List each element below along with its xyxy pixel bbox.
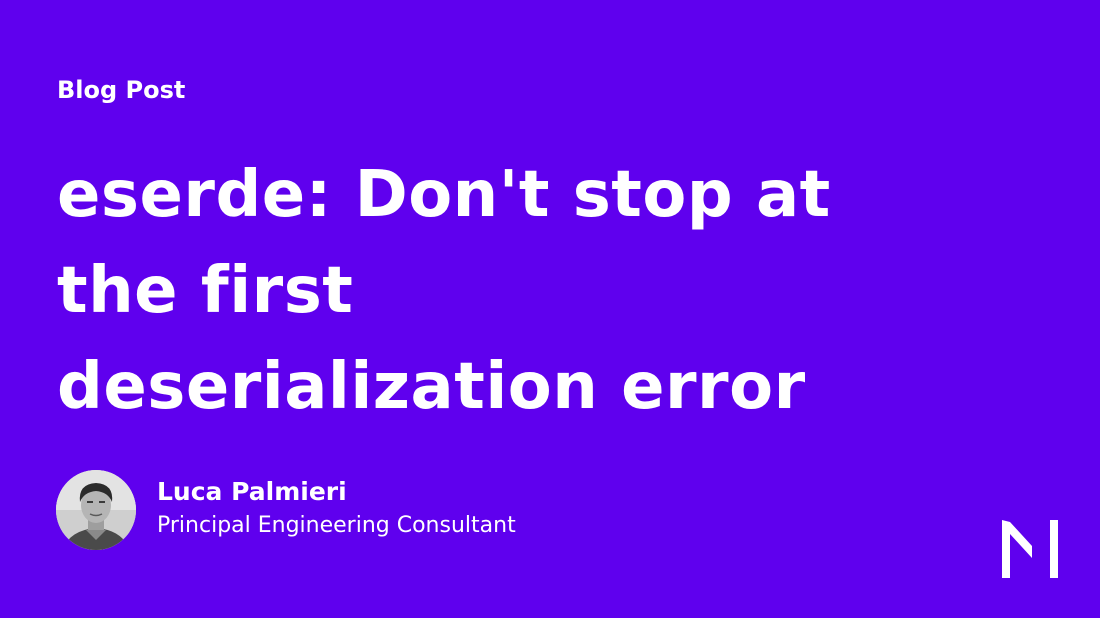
post-title-line: deserialization error xyxy=(57,350,806,424)
author-photo-icon xyxy=(56,470,136,550)
author-name: Luca Palmieri xyxy=(157,477,347,506)
mainmatter-logo-icon xyxy=(998,518,1062,580)
post-title-line: eserde: Don't stop at xyxy=(57,158,831,232)
blog-post-card: Blog Post eserde: Don't stop at the firs… xyxy=(0,0,1100,618)
post-title: eserde: Don't stop at the first deserial… xyxy=(57,147,957,435)
author-role: Principal Engineering Consultant xyxy=(157,513,516,538)
author-avatar xyxy=(56,470,136,550)
post-type-label: Blog Post xyxy=(57,76,186,104)
post-title-line: the first xyxy=(57,254,354,328)
